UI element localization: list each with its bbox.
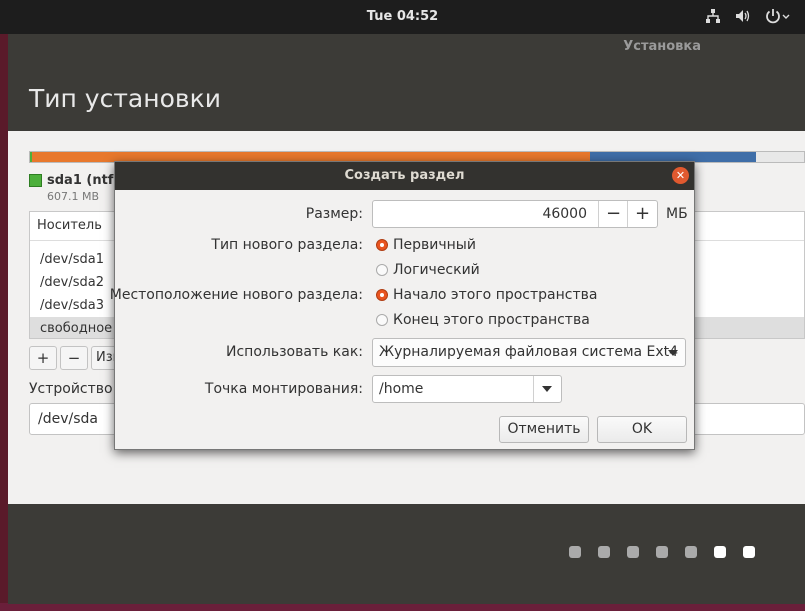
create-partition-dialog: Создать раздел ✕ Размер: 46000 − + МБ Ти… <box>110 161 695 450</box>
mount-point-combo[interactable]: /home <box>372 375 562 403</box>
logical-radio-label[interactable]: Логический <box>393 262 480 278</box>
boot-device-label: Устройство для установки системного загр… <box>29 381 114 397</box>
mount-point-label: Точка монтирования: <box>204 381 363 397</box>
size-decrement-button[interactable]: − <box>598 201 628 227</box>
clock[interactable]: Tue 04:52 <box>0 9 805 24</box>
partition-location-label: Местоположение нового раздела: <box>109 287 363 303</box>
installer-window-title: Установка <box>623 39 701 54</box>
progress-dot <box>627 546 639 558</box>
desktop-edge <box>0 603 805 611</box>
volume-icon[interactable] <box>735 8 751 24</box>
page-title: Тип установки <box>29 84 221 113</box>
progress-dots <box>569 546 755 558</box>
progress-dot <box>656 546 668 558</box>
top-panel: Tue 04:52 <box>0 0 805 34</box>
location-end-radio[interactable] <box>376 314 388 326</box>
size-value[interactable]: 46000 <box>542 206 587 222</box>
dialog-title: Создать раздел <box>344 168 465 183</box>
progress-dot <box>714 546 726 558</box>
ok-button[interactable]: OK <box>597 416 687 443</box>
progress-dot <box>685 546 697 558</box>
add-partition-button[interactable]: + <box>29 346 57 370</box>
mount-point-input[interactable]: /home <box>379 381 423 397</box>
logical-radio[interactable] <box>376 264 388 276</box>
location-begin-radio-label[interactable]: Начало этого пространства <box>393 287 597 303</box>
partition-type-label: Тип нового раздела: <box>211 237 363 253</box>
window-frame <box>0 0 8 611</box>
size-spinbutton[interactable]: 46000 − + <box>372 200 658 228</box>
close-icon[interactable]: ✕ <box>672 167 689 184</box>
mount-point-dropdown-button[interactable] <box>533 376 561 402</box>
primary-radio[interactable] <box>376 239 388 251</box>
power-icon[interactable] <box>765 8 791 24</box>
progress-dot <box>743 546 755 558</box>
size-unit: МБ <box>666 206 688 222</box>
legend-swatch <box>29 174 42 187</box>
size-label: Размер: <box>305 206 363 222</box>
partition-bar-segment <box>756 152 804 162</box>
network-icon[interactable] <box>705 8 721 24</box>
system-tray[interactable] <box>705 8 791 24</box>
filesystem-value: Журналируемая файловая система Ext4 <box>379 344 679 360</box>
location-begin-radio[interactable] <box>376 289 388 301</box>
cancel-button[interactable]: Отменить <box>499 416 589 443</box>
legend-partition-size: 607.1 MB <box>47 190 100 203</box>
progress-dot <box>598 546 610 558</box>
boot-device-value: /dev/sda <box>38 411 98 427</box>
remove-partition-button[interactable]: − <box>60 346 88 370</box>
chevron-down-icon <box>542 386 552 392</box>
size-increment-button[interactable]: + <box>627 201 657 227</box>
filesystem-select[interactable]: Журналируемая файловая система Ext4 <box>372 338 686 367</box>
use-as-label: Использовать как: <box>226 344 363 360</box>
location-end-radio-label[interactable]: Конец этого пространства <box>393 312 590 328</box>
primary-radio-label[interactable]: Первичный <box>393 237 476 253</box>
dialog-titlebar[interactable]: Создать раздел ✕ <box>115 162 694 190</box>
progress-dot <box>569 546 581 558</box>
chevron-down-icon <box>668 350 678 356</box>
